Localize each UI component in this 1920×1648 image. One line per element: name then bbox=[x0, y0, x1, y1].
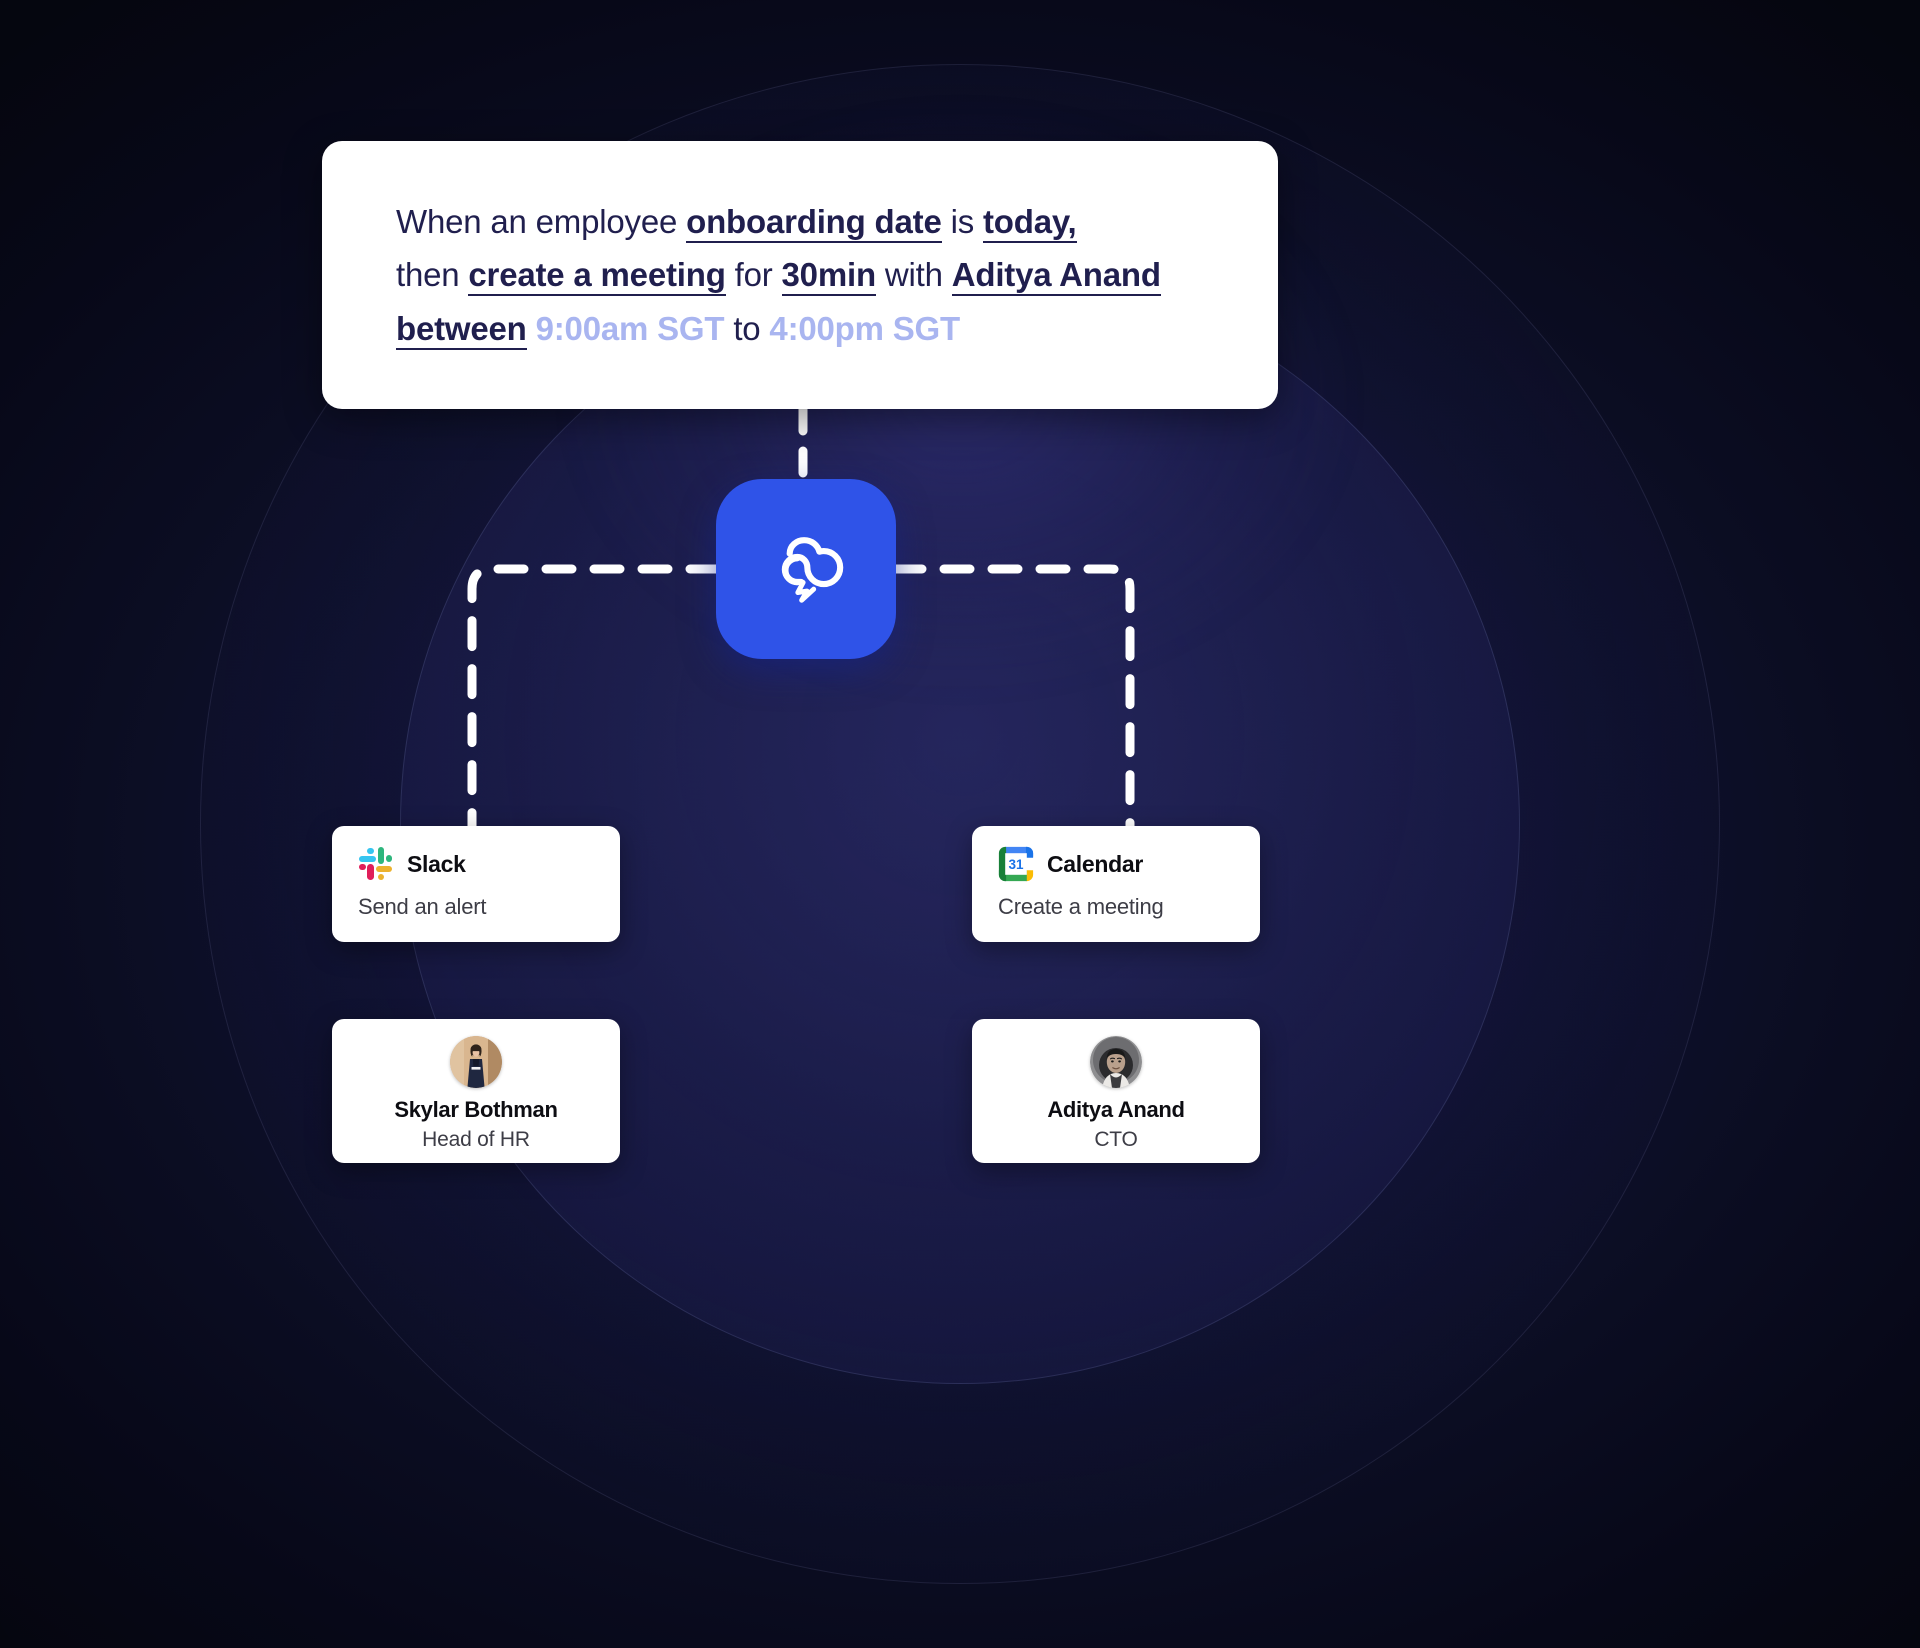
connector-hub-to-slack bbox=[467, 564, 721, 831]
action-card-slack-header: Slack bbox=[358, 846, 596, 882]
rule-chip-attendee[interactable]: Aditya Anand bbox=[951, 256, 1161, 297]
person-role-skylar: Head of HR bbox=[422, 1128, 530, 1151]
avatar-aditya-anand bbox=[1090, 1036, 1142, 1088]
action-card-calendar-header: 31 Calendar bbox=[998, 846, 1236, 882]
action-card-calendar-title: Calendar bbox=[1047, 850, 1144, 877]
automation-rule-card[interactable]: When an employee onboarding date is toda… bbox=[322, 141, 1278, 409]
action-card-slack[interactable]: Slack Send an alert bbox=[332, 826, 620, 942]
action-card-slack-title: Slack bbox=[407, 850, 466, 877]
rule-chip-between[interactable]: between bbox=[396, 309, 527, 350]
google-calendar-icon: 31 bbox=[998, 846, 1034, 882]
rule-chip-end-time[interactable]: 4:00pm SGT bbox=[769, 310, 960, 347]
rule-chip-start-time[interactable]: 9:00am SGT bbox=[527, 310, 725, 347]
rule-line3-mid: to bbox=[724, 309, 770, 347]
slack-icon bbox=[358, 846, 394, 882]
decorative-inner-ring bbox=[400, 264, 1520, 1384]
automation-hub-node[interactable] bbox=[716, 479, 896, 659]
rule-line2-mid1: for bbox=[725, 256, 782, 294]
person-name-skylar: Skylar Bothman bbox=[394, 1097, 558, 1122]
person-role-aditya: CTO bbox=[1094, 1128, 1138, 1151]
rule-line2-mid2: with bbox=[875, 256, 952, 294]
action-card-calendar-subtitle: Create a meeting bbox=[998, 894, 1164, 919]
rule-chip-today[interactable]: today, bbox=[982, 202, 1077, 243]
svg-text:31: 31 bbox=[1008, 857, 1024, 872]
automation-flow-canvas: When an employee onboarding date is toda… bbox=[0, 0, 1920, 1648]
rule-chip-duration[interactable]: 30min bbox=[781, 256, 876, 297]
action-card-calendar[interactable]: 31 Calendar Create a meeting bbox=[972, 826, 1260, 942]
avatar-skylar-bothman bbox=[450, 1036, 502, 1088]
rule-chip-onboarding-date[interactable]: onboarding date bbox=[686, 202, 942, 243]
person-name-aditya: Aditya Anand bbox=[1047, 1097, 1185, 1122]
cloud-lightning-icon bbox=[758, 521, 854, 617]
automation-rule-text: When an employee onboarding date is toda… bbox=[396, 195, 1204, 355]
person-card-skylar-bothman[interactable]: Skylar Bothman Head of HR bbox=[332, 1019, 620, 1163]
rule-line1-prefix: When an employee bbox=[396, 202, 687, 240]
connector-hub-to-calendar bbox=[891, 564, 1135, 831]
rule-line1-mid: is bbox=[941, 202, 983, 240]
rule-chip-create-a-meeting[interactable]: create a meeting bbox=[468, 256, 726, 297]
action-card-slack-subtitle: Send an alert bbox=[358, 894, 487, 919]
rule-line2-prefix: then bbox=[396, 256, 469, 294]
person-card-aditya-anand[interactable]: Aditya Anand CTO bbox=[972, 1019, 1260, 1163]
